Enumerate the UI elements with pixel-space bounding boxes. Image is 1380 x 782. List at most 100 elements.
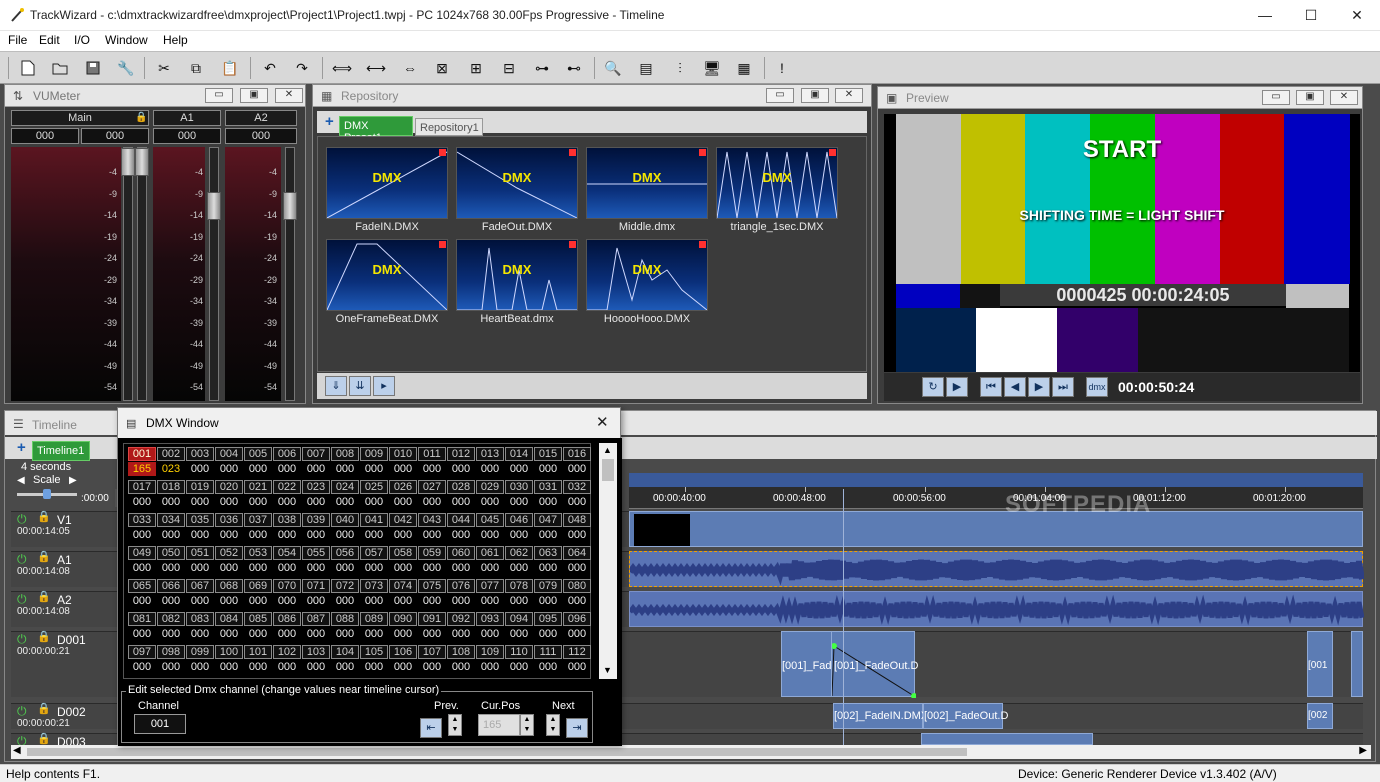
dmx-channel-cell[interactable]: 078 000 — [505, 578, 533, 609]
step-back-icon[interactable]: ◀ — [1004, 377, 1026, 397]
lock-icon[interactable]: 🔒 — [37, 590, 51, 603]
main-right-slider[interactable] — [135, 147, 149, 401]
dmx-channel-cell[interactable]: 023 000 — [302, 479, 330, 510]
dmx-channel-cell[interactable]: 049 000 — [128, 545, 156, 576]
dmx-channel-cell[interactable]: 029 000 — [476, 479, 504, 510]
repo-item-thumb[interactable]: DMX — [326, 239, 448, 311]
maximize-button[interactable]: ☐ — [1288, 0, 1334, 31]
tab-timeline1[interactable]: Timeline1 — [32, 441, 90, 461]
dmx-channel-cell[interactable]: 086 000 — [273, 611, 301, 642]
dmx-channel-cell[interactable]: 081 000 — [128, 611, 156, 642]
dmx-channel-cell[interactable]: 043 000 — [418, 512, 446, 543]
dmx-channel-cell[interactable]: 014 000 — [505, 446, 533, 477]
dmx-channel-cell[interactable]: 031 000 — [534, 479, 562, 510]
dmx-channel-cell[interactable]: 058 000 — [389, 545, 417, 576]
dmx-channel-cell[interactable]: 070 000 — [273, 578, 301, 609]
dmx-channel-cell[interactable]: 069 000 — [244, 578, 272, 609]
preview-restore-button[interactable]: ▣ — [1296, 90, 1324, 105]
dmx-channel-cell[interactable]: 087 000 — [302, 611, 330, 642]
dmx-channel-cell[interactable]: 007 000 — [302, 446, 330, 477]
preview-minimize-button[interactable]: ▭ — [1262, 90, 1290, 105]
play-icon[interactable]: ▶ — [946, 377, 968, 397]
dmx-channel-cell[interactable]: 089 000 — [360, 611, 388, 642]
channel-field[interactable]: 001 — [134, 714, 186, 734]
scroll-right-icon[interactable]: ▶ — [1359, 745, 1367, 756]
undo-icon[interactable]: ↶ — [260, 58, 280, 78]
dmx-channel-cell[interactable]: 045 000 — [476, 512, 504, 543]
equalizer-icon[interactable]: ⫶ — [670, 58, 690, 78]
prev-spinner[interactable]: ▲ ▼ — [448, 714, 462, 736]
snap-icon[interactable]: ⊶ — [532, 58, 552, 78]
dmx-channel-cell[interactable]: 103 000 — [302, 644, 330, 675]
dmx-channel-cell[interactable]: 059 000 — [418, 545, 446, 576]
dmx-channel-cell[interactable]: 017 000 — [128, 479, 156, 510]
next-button[interactable]: ⇥ — [566, 718, 588, 738]
scale-slider[interactable] — [17, 489, 77, 499]
dmx-channel-cell[interactable]: 005 000 — [244, 446, 272, 477]
dmx-channel-cell[interactable]: 003 000 — [186, 446, 214, 477]
scroll-down-icon[interactable]: ▼ — [603, 665, 612, 675]
dmx-channel-cell[interactable]: 012 000 — [447, 446, 475, 477]
dmx-channel-cell[interactable]: 104 000 — [331, 644, 359, 675]
repo-item-thumb[interactable]: DMX — [326, 147, 448, 219]
menu-edit[interactable]: Edit — [39, 33, 60, 47]
copy-icon[interactable]: ⧉ — [186, 58, 206, 78]
menu-file[interactable]: File — [8, 33, 27, 47]
prev-button[interactable]: ⇤ — [420, 718, 442, 738]
dmx-channel-cell[interactable]: 033 000 — [128, 512, 156, 543]
repo-item-thumb[interactable]: DMX — [716, 147, 838, 219]
preview-close-button[interactable]: ✕ — [1330, 90, 1358, 105]
dmx-channel-cell[interactable]: 057 000 — [360, 545, 388, 576]
dmx-channel-cell[interactable]: 034 000 — [157, 512, 185, 543]
dmx-channel-cell[interactable]: 028 000 — [447, 479, 475, 510]
snap-end-icon[interactable]: ⊷ — [564, 58, 584, 78]
dmx-channel-cell[interactable]: 016 000 — [563, 446, 591, 477]
monitor-icon[interactable]: 🖥 — [702, 58, 722, 78]
info-icon[interactable]: ! — [772, 58, 792, 78]
go-start-icon[interactable]: ⏮ — [980, 377, 1002, 397]
step-forward-icon[interactable]: ▶ — [1028, 377, 1050, 397]
vumeter-restore-button[interactable]: ▣ — [240, 88, 268, 103]
a1-slider[interactable] — [207, 147, 221, 401]
dmx-channel-cell[interactable]: 092 000 — [447, 611, 475, 642]
a2-slider[interactable] — [283, 147, 297, 401]
dmx-channel-cell[interactable]: 051 000 — [186, 545, 214, 576]
dmx-channel-cell[interactable]: 076 000 — [447, 578, 475, 609]
dmx-channel-cell[interactable]: 097 000 — [128, 644, 156, 675]
curpos-spinner[interactable]: ▲ ▼ — [520, 714, 534, 736]
dmx-channel-cell[interactable]: 075 000 — [418, 578, 446, 609]
ruler-work-area[interactable] — [629, 473, 1363, 487]
dmx-channel-cell[interactable]: 052 000 — [215, 545, 243, 576]
d001-clip-a[interactable]: [001]_Fad — [781, 631, 837, 697]
a1-clip[interactable] — [627, 551, 1365, 587]
dmx-channel-cell[interactable]: 064 000 — [563, 545, 591, 576]
dmx-channel-cell[interactable]: 024 000 — [331, 479, 359, 510]
menu-io[interactable]: I/O — [74, 33, 90, 47]
dmx-channel-cell[interactable]: 062 000 — [505, 545, 533, 576]
dmx-vscrollbar[interactable]: ▲ ▼ — [599, 443, 617, 679]
dmx-channel-cell[interactable]: 025 000 — [360, 479, 388, 510]
power-icon[interactable]: ⏻ — [17, 512, 27, 527]
dmx-channel-cell[interactable]: 015 000 — [534, 446, 562, 477]
dmx-channel-cell[interactable]: 108 000 — [447, 644, 475, 675]
grid-icon[interactable]: ▦ — [734, 58, 754, 78]
dmx-channel-cell[interactable]: 099 000 — [186, 644, 214, 675]
dmx-channel-cell[interactable]: 048 000 — [563, 512, 591, 543]
dmx-channel-cell[interactable]: 046 000 — [505, 512, 533, 543]
dmx-channel-cell[interactable]: 109 000 — [476, 644, 504, 675]
vumeter-minimize-button[interactable]: ▭ — [205, 88, 233, 103]
dmx-channel-cell[interactable]: 056 000 — [331, 545, 359, 576]
loop-icon[interactable]: ↻ — [922, 377, 944, 397]
add-folder-icon[interactable]: ⇊ — [349, 376, 371, 396]
dmx-channel-cell[interactable]: 105 000 — [360, 644, 388, 675]
add-timeline-icon[interactable]: + — [17, 439, 26, 456]
scale-right-icon[interactable]: ▶ — [69, 475, 77, 486]
dmx-channel-cell[interactable]: 068 000 — [215, 578, 243, 609]
dmx-channel-cell[interactable]: 022 000 — [273, 479, 301, 510]
dmx-channel-cell[interactable]: 063 000 — [534, 545, 562, 576]
d002-clip-c[interactable]: [002 — [1307, 703, 1333, 729]
lock-icon[interactable]: 🔒 — [135, 112, 147, 123]
dmx-channel-cell[interactable]: 098 000 — [157, 644, 185, 675]
lock-icon[interactable]: 🔒 — [37, 732, 51, 745]
dmx-channel-cell[interactable]: 100 000 — [215, 644, 243, 675]
